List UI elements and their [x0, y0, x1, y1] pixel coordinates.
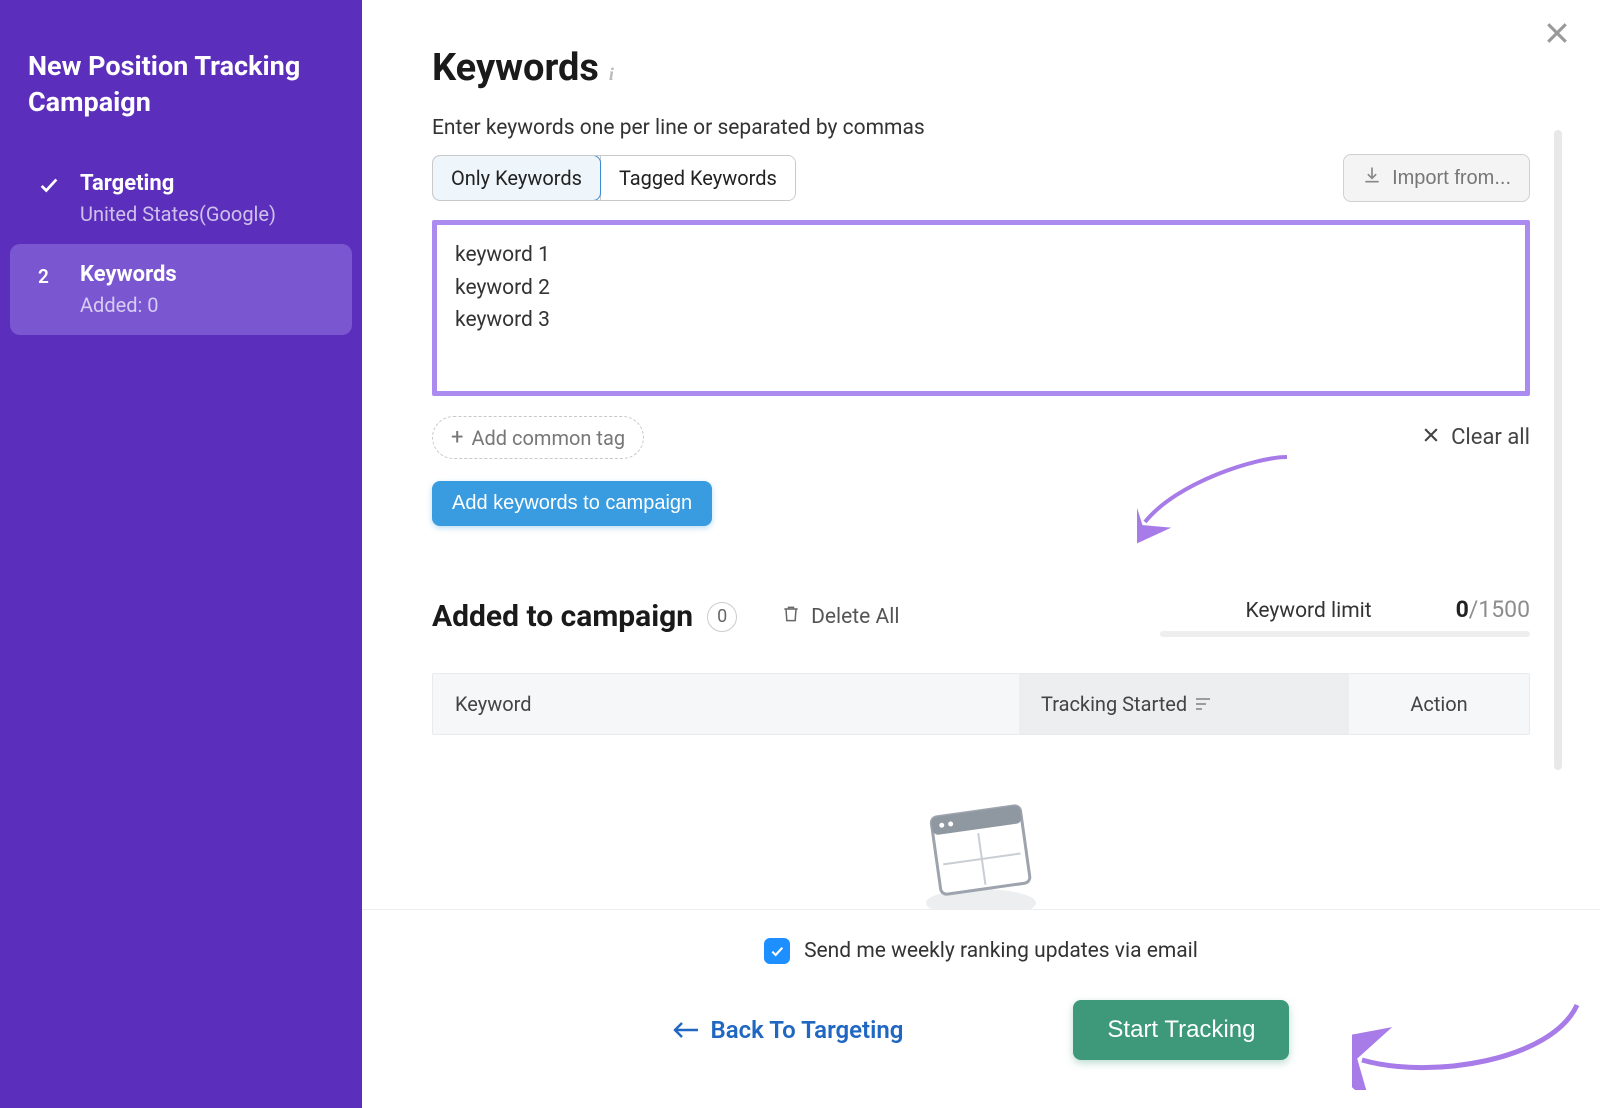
tab-only-keywords[interactable]: Only Keywords — [432, 155, 601, 201]
clear-all-button[interactable]: Clear all — [1421, 425, 1530, 451]
check-icon — [38, 174, 68, 196]
annotation-arrow-icon — [1137, 452, 1297, 562]
keyword-line: keyword 1 — [455, 239, 1507, 272]
keyword-line: keyword 2 — [455, 272, 1507, 305]
step-targeting[interactable]: Targeting United States(Google) — [10, 153, 352, 244]
step-sublabel: Added: 0 — [80, 293, 177, 317]
add-common-tag-button[interactable]: + Add common tag — [432, 416, 644, 459]
step-number: 2 — [38, 265, 68, 288]
step-sublabel: United States(Google) — [80, 202, 276, 226]
page-title: Keywords i — [432, 46, 1530, 90]
keyword-limit-label: Keyword limit — [1245, 599, 1371, 623]
start-tracking-button[interactable]: Start Tracking — [1073, 1000, 1289, 1060]
import-button[interactable]: Import from... — [1343, 154, 1530, 202]
wizard-footer: Send me weekly ranking updates via email… — [362, 909, 1600, 1108]
added-section-title: Added to campaign — [432, 599, 693, 634]
keywords-table: Keyword Tracking Started Action — [432, 673, 1530, 735]
trash-icon — [781, 603, 801, 631]
table-header: Keyword Tracking Started Action — [433, 674, 1529, 734]
close-icon — [1421, 425, 1441, 451]
scrollbar[interactable] — [1554, 130, 1562, 770]
email-updates-label: Send me weekly ranking updates via email — [804, 939, 1198, 963]
keyword-line: keyword 3 — [455, 304, 1507, 337]
add-keywords-button[interactable]: Add keywords to campaign — [432, 481, 712, 526]
added-count-badge: 0 — [707, 602, 737, 632]
keyword-limit-used: 0 — [1456, 596, 1469, 623]
delete-all-button[interactable]: Delete All — [781, 603, 899, 631]
sort-icon — [1195, 692, 1211, 716]
wizard-title: New Position Tracking Campaign — [0, 48, 362, 153]
col-tracking-started[interactable]: Tracking Started — [1019, 674, 1349, 734]
keywords-textarea[interactable]: keyword 1 keyword 2 keyword 3 — [432, 220, 1530, 396]
download-icon — [1362, 165, 1382, 191]
tab-tagged-keywords[interactable]: Tagged Keywords — [600, 156, 795, 200]
annotation-arrow-icon — [1352, 980, 1582, 1090]
step-keywords[interactable]: 2 Keywords Added: 0 — [10, 244, 352, 335]
close-button[interactable] — [1542, 18, 1572, 52]
wizard-sidebar: New Position Tracking Campaign Targeting… — [0, 0, 362, 1108]
step-label: Keywords — [80, 262, 177, 287]
email-updates-checkbox[interactable] — [764, 938, 790, 964]
keyword-limit-total: /1500 — [1469, 596, 1530, 623]
input-hint: Enter keywords one per line or separated… — [432, 116, 1530, 140]
info-icon[interactable]: i — [609, 64, 614, 85]
keyword-mode-tabs: Only Keywords Tagged Keywords — [432, 155, 796, 201]
keyword-limit-bar — [1160, 631, 1530, 637]
plus-icon: + — [451, 425, 463, 450]
col-action: Action — [1349, 674, 1529, 734]
step-label: Targeting — [80, 171, 276, 196]
col-keyword[interactable]: Keyword — [433, 674, 1019, 734]
back-button[interactable]: Back To Targeting — [673, 1016, 904, 1044]
empty-illustration — [432, 793, 1530, 923]
